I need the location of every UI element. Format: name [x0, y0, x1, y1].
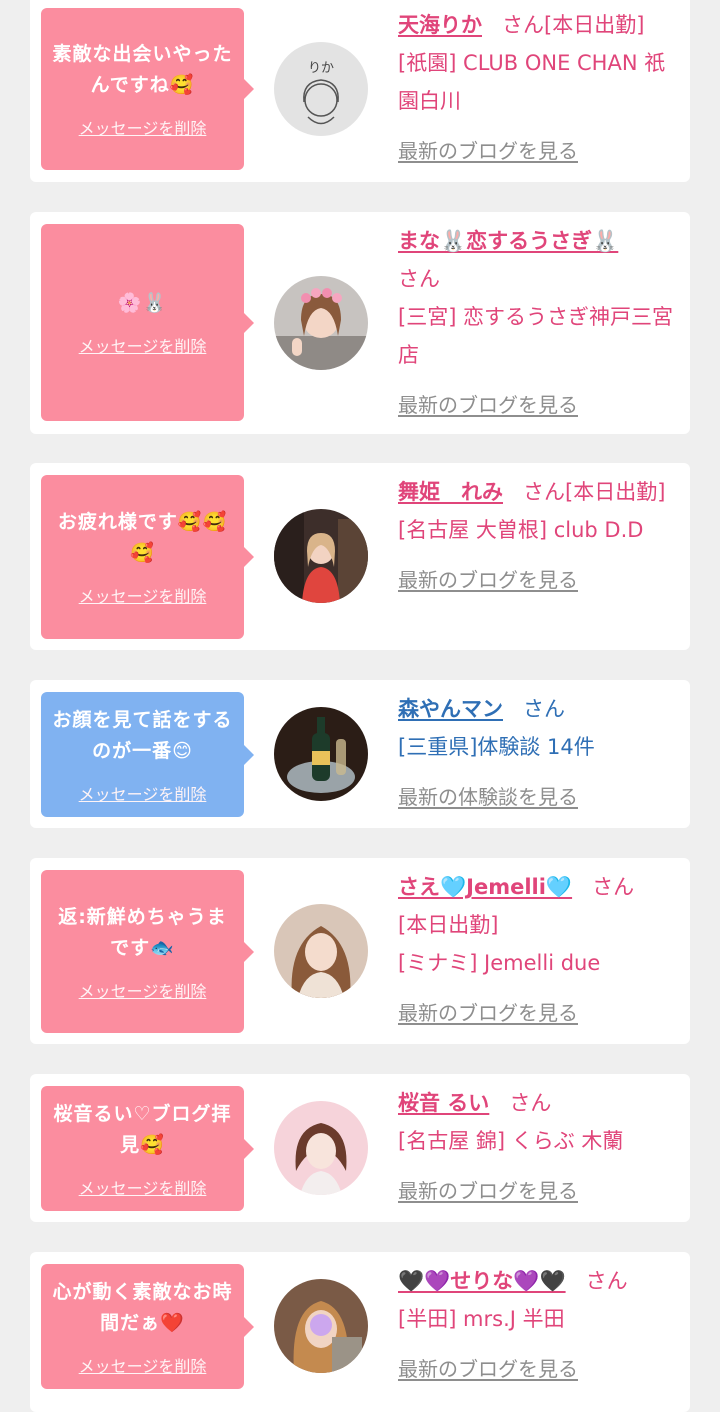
- avatar[interactable]: [274, 1101, 368, 1195]
- sender-suffix: さん: [592, 875, 635, 899]
- latest-blog-link[interactable]: 最新のブログを見る: [398, 1172, 676, 1210]
- message-card: 🌸🐰 メッセージを削除 まな🐰恋するうさぎ🐰 さん [三宮] 恋するうさぎ神戸三…: [30, 212, 690, 434]
- work-status: [本日出勤]: [398, 913, 499, 937]
- message-card: 桜音るい♡ブログ拝見🥰 メッセージを削除 桜音 るい さん [名古屋 錦] くら…: [30, 1074, 690, 1222]
- sender-name-link[interactable]: 🖤💜せりな💜🖤: [398, 1269, 566, 1293]
- shop-detail: [半田] mrs.J 半田: [398, 1307, 565, 1331]
- shop-detail: [名古屋 錦] くらぶ 木蘭: [398, 1129, 624, 1153]
- message-bubble: 素敵な出会いやったんですね🥰 メッセージを削除: [41, 8, 254, 170]
- message-card: 心が動く素敵なお時間だぁ❤️ メッセージを削除 🖤💜せりな💜🖤 さん [半田] …: [30, 1252, 690, 1412]
- latest-review-link[interactable]: 最新の体験談を見る: [398, 778, 676, 816]
- message-text: 🌸🐰: [117, 292, 168, 314]
- message-list: 素敵な出会いやったんですね🥰 メッセージを削除 りか 天海りか さん[本日出勤]…: [0, 0, 720, 1412]
- sender-suffix: さん: [398, 267, 440, 291]
- delete-message-link[interactable]: メッセージを削除: [79, 1353, 207, 1377]
- avatar[interactable]: [274, 707, 368, 801]
- shop-detail: [三宮] 恋するうさぎ神戸三宮店: [398, 305, 674, 367]
- message-text: 心が動く素敵なお時間だぁ❤️: [52, 1280, 233, 1334]
- sender-info: まな🐰恋するうさぎ🐰 さん [三宮] 恋するうさぎ神戸三宮店 最新のブログを見る: [398, 222, 676, 424]
- sender-info: さえ🩵Jemelli🩵 さん [本日出勤] [ミナミ] Jemelli due …: [398, 868, 676, 1032]
- shop-detail: [名古屋 大曽根] club D.D: [398, 518, 644, 542]
- message-text: お顔を見て話をするのが一番😊: [52, 708, 233, 762]
- delete-message-link[interactable]: メッセージを削除: [79, 978, 207, 1002]
- svg-text:りか: りか: [308, 61, 334, 76]
- message-bubble: 🌸🐰 メッセージを削除: [41, 224, 254, 421]
- shop-detail: [ミナミ] Jemelli due: [398, 951, 601, 975]
- delete-message-link[interactable]: メッセージを削除: [79, 583, 207, 607]
- sender-name-link[interactable]: 天海りか: [398, 13, 482, 37]
- review-detail: [三重県]体験談 14件: [398, 735, 595, 759]
- sender-suffix: さん: [523, 697, 566, 721]
- latest-blog-link[interactable]: 最新のブログを見る: [398, 994, 676, 1032]
- avatar[interactable]: [274, 1279, 368, 1373]
- avatar[interactable]: [274, 509, 368, 603]
- sender-info: 天海りか さん[本日出勤] [祇園] CLUB ONE CHAN 祇園白川 最新…: [398, 6, 676, 170]
- shop-detail: [祇園] CLUB ONE CHAN 祇園白川: [398, 51, 666, 113]
- delete-message-link[interactable]: メッセージを削除: [79, 115, 207, 139]
- sender-name-link[interactable]: さえ🩵Jemelli🩵: [398, 875, 572, 899]
- message-bubble: お顔を見て話をするのが一番😊 メッセージを削除: [41, 692, 254, 817]
- message-bubble: 返:新鮮めちゃうまです🐟 メッセージを削除: [41, 870, 254, 1033]
- message-bubble: お疲れ様です🥰🥰🥰 メッセージを削除: [41, 475, 254, 639]
- latest-blog-link[interactable]: 最新のブログを見る: [398, 561, 676, 599]
- sender-name-link[interactable]: 森やんマン: [398, 697, 503, 721]
- latest-blog-link[interactable]: 最新のブログを見る: [398, 132, 676, 170]
- message-card: お疲れ様です🥰🥰🥰 メッセージを削除 舞姫 れみ さん[本日出勤] [名古屋 大…: [30, 463, 690, 650]
- sender-name-link[interactable]: 桜音 るい: [398, 1091, 489, 1115]
- avatar[interactable]: りか: [274, 42, 368, 136]
- message-bubble: 桜音るい♡ブログ拝見🥰 メッセージを削除: [41, 1086, 254, 1211]
- message-card: 素敵な出会いやったんですね🥰 メッセージを削除 りか 天海りか さん[本日出勤]…: [30, 0, 690, 182]
- delete-message-link[interactable]: メッセージを削除: [79, 333, 207, 357]
- message-text: お疲れ様です🥰🥰🥰: [57, 511, 228, 564]
- delete-message-link[interactable]: メッセージを削除: [79, 781, 207, 805]
- message-text: 桜音るい♡ブログ拝見🥰: [53, 1102, 232, 1156]
- sender-info: 桜音 るい さん [名古屋 錦] くらぶ 木蘭 最新のブログを見る: [398, 1084, 676, 1210]
- message-text: 素敵な出会いやったんですね🥰: [52, 43, 233, 96]
- message-card: 返:新鮮めちゃうまです🐟 メッセージを削除 さえ🩵Jemelli🩵 さん [本日…: [30, 858, 690, 1044]
- avatar[interactable]: [274, 904, 368, 998]
- sender-name-link[interactable]: 舞姫 れみ: [398, 480, 503, 504]
- sender-suffix: さん: [509, 1091, 552, 1115]
- sender-suffix: さん[本日出勤]: [502, 13, 645, 37]
- sender-info: 舞姫 れみ さん[本日出勤] [名古屋 大曽根] club D.D 最新のブログ…: [398, 473, 676, 599]
- sender-info: 森やんマン さん [三重県]体験談 14件 最新の体験談を見る: [398, 690, 676, 816]
- latest-blog-link[interactable]: 最新のブログを見る: [398, 1350, 676, 1388]
- message-text: 返:新鮮めちゃうまです🐟: [58, 905, 227, 959]
- delete-message-link[interactable]: メッセージを削除: [79, 1175, 207, 1199]
- avatar[interactable]: [274, 276, 368, 370]
- sender-suffix: さん: [585, 1269, 628, 1293]
- message-bubble: 心が動く素敵なお時間だぁ❤️ メッセージを削除: [41, 1264, 254, 1389]
- message-card: お顔を見て話をするのが一番😊 メッセージを削除 森やんマン さん [三重県]体験…: [30, 680, 690, 828]
- sender-name-link[interactable]: まな🐰恋するうさぎ🐰: [398, 229, 618, 253]
- sender-suffix: さん[本日出勤]: [523, 480, 666, 504]
- latest-blog-link[interactable]: 最新のブログを見る: [398, 386, 676, 424]
- sender-info: 🖤💜せりな💜🖤 さん [半田] mrs.J 半田 最新のブログを見る: [398, 1262, 676, 1388]
